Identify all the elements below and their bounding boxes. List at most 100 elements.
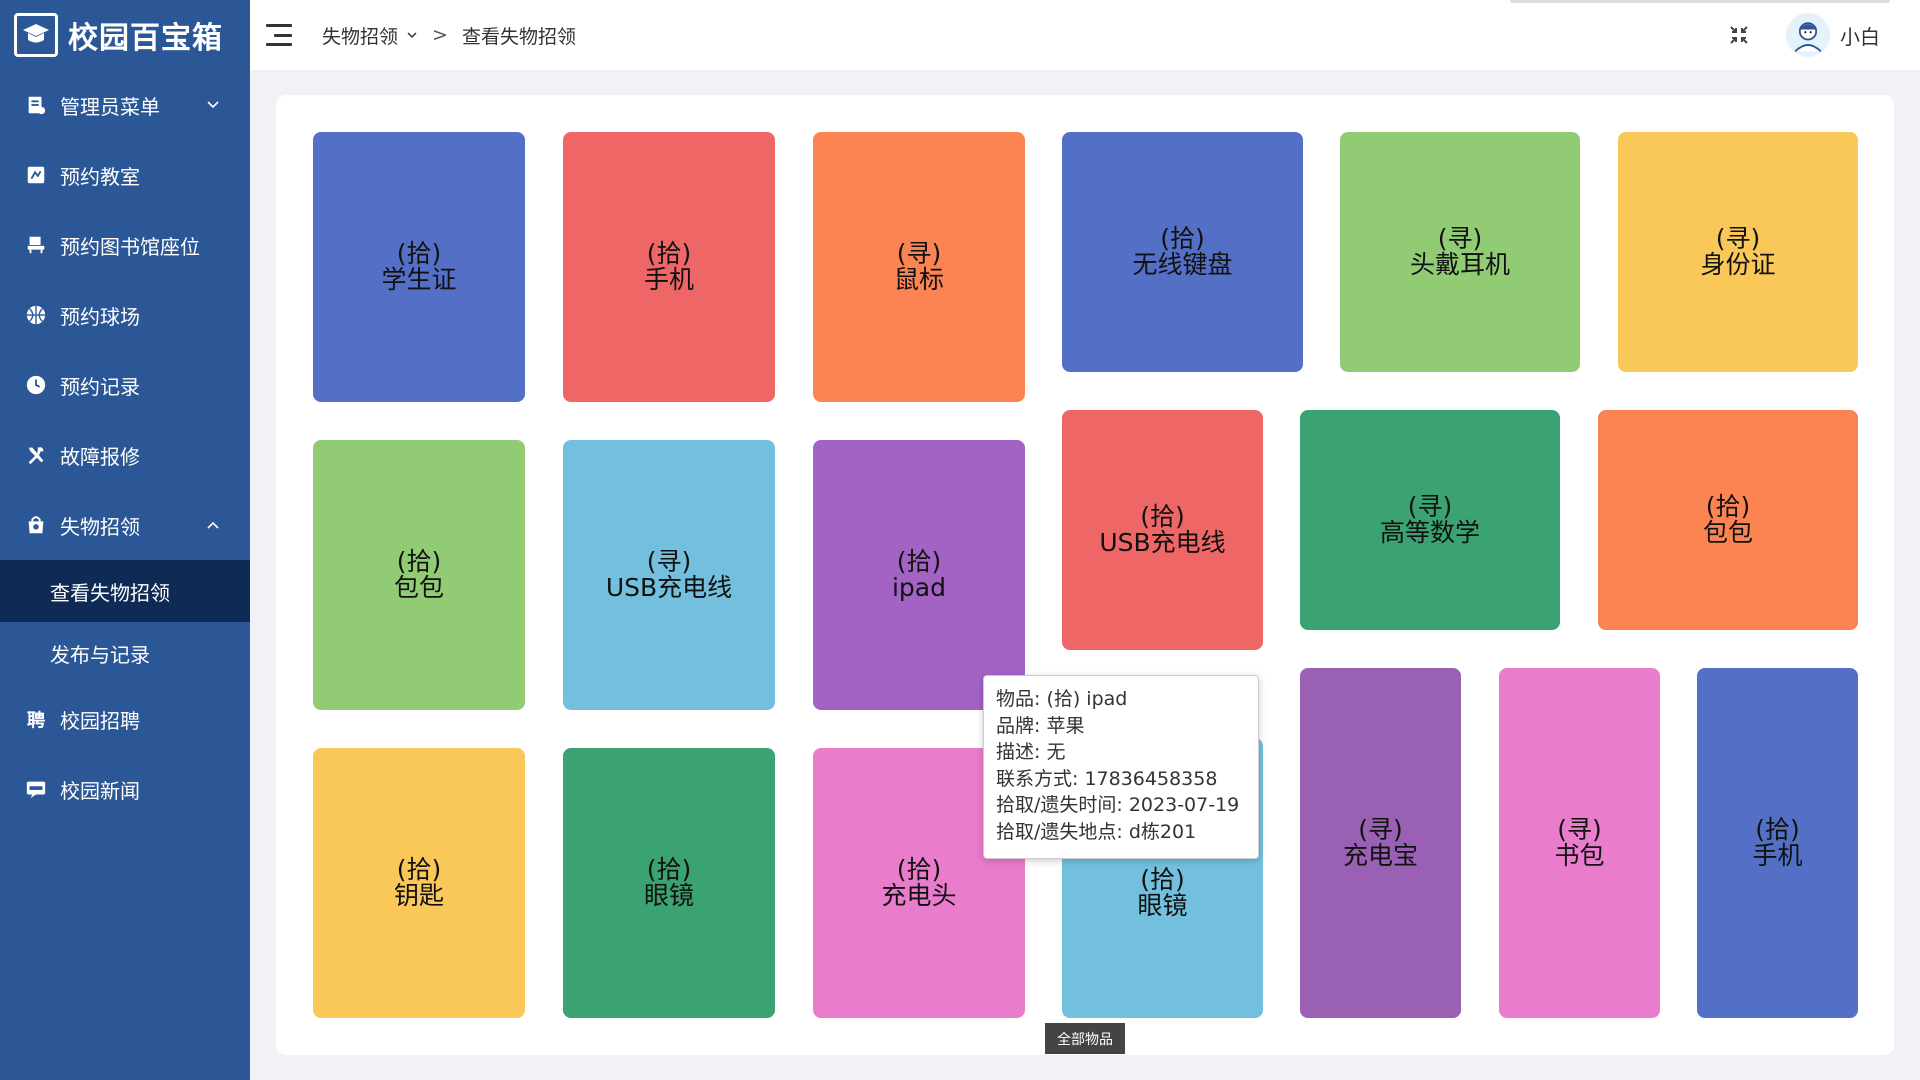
item-name: 书包 bbox=[1554, 841, 1605, 870]
item-name: USB充电线 bbox=[605, 573, 733, 602]
item-name: 学生证 bbox=[381, 265, 457, 294]
item-name: 充电头 bbox=[881, 881, 957, 910]
item-card[interactable]: (寻) 充电宝 bbox=[1300, 668, 1461, 1018]
classroom-icon bbox=[24, 163, 48, 187]
chevron-down-icon[interactable] bbox=[406, 29, 418, 41]
item-tag: (拾) bbox=[896, 855, 942, 884]
library-seat-icon bbox=[24, 233, 48, 257]
item-card[interactable]: (拾) USB充电线 bbox=[1062, 410, 1263, 650]
item-name: 钥匙 bbox=[393, 881, 444, 910]
item-card[interactable]: (拾) 包包 bbox=[1598, 410, 1858, 630]
item-name: 无线键盘 bbox=[1132, 250, 1233, 279]
sidebar: 校园百宝箱 管理员菜单 预约教室 预约图书馆座位 预约球场 预约记录 故障报修 bbox=[0, 0, 250, 1080]
all-items-breadcrumb[interactable]: 全部物品 bbox=[1045, 1023, 1125, 1054]
item-card[interactable]: (寻) 鼠标 bbox=[813, 132, 1025, 402]
app-logo[interactable]: 校园百宝箱 bbox=[0, 0, 250, 70]
item-tag: (拾) bbox=[646, 855, 692, 884]
item-name: 身份证 bbox=[1700, 250, 1776, 279]
item-tag: (寻) bbox=[1715, 224, 1761, 253]
item-name: 充电宝 bbox=[1342, 841, 1418, 870]
clock-icon bbox=[24, 373, 48, 397]
item-name: 眼镜 bbox=[1137, 891, 1188, 920]
item-card[interactable]: (拾) 手机 bbox=[563, 132, 775, 402]
sidebar-item-label: 预约教室 bbox=[60, 164, 140, 189]
tools-icon bbox=[24, 443, 48, 467]
item-card[interactable]: (寻) 书包 bbox=[1499, 668, 1660, 1018]
sidebar-item-lost-found[interactable]: 失物招领 bbox=[0, 490, 250, 560]
chevron-up-icon bbox=[207, 521, 219, 529]
chevron-down-icon bbox=[207, 101, 219, 109]
sidebar-item-label: 失物招领 bbox=[60, 514, 140, 539]
item-tag: (拾) bbox=[1140, 502, 1185, 531]
item-name: 眼镜 bbox=[643, 881, 694, 910]
tooltip-contact: 联系方式: 17836458358 bbox=[996, 767, 1218, 790]
sidebar-item-court[interactable]: 预约球场 bbox=[0, 280, 250, 350]
sidebar-item-label: 管理员菜单 bbox=[60, 94, 160, 119]
recruit-icon: 聘 bbox=[24, 707, 48, 731]
item-card[interactable]: (拾) 无线键盘 bbox=[1062, 132, 1303, 372]
news-icon bbox=[24, 777, 48, 801]
item-name: 鼠标 bbox=[893, 265, 944, 294]
item-tag: (寻) bbox=[1358, 815, 1403, 844]
sidebar-item-label: 预约球场 bbox=[60, 304, 140, 329]
item-tooltip: 物品: (拾) ipad 品牌: 苹果 描述: 无 联系方式: 17836458… bbox=[983, 675, 1259, 859]
app-title: 校园百宝箱 bbox=[68, 21, 223, 56]
sidebar-item-library-seat[interactable]: 预约图书馆座位 bbox=[0, 210, 250, 280]
item-tag: (拾) bbox=[396, 547, 442, 576]
item-card[interactable]: (拾) 钥匙 bbox=[313, 748, 525, 1018]
item-name: 高等数学 bbox=[1379, 518, 1480, 547]
tooltip-brand: 品牌: 苹果 bbox=[996, 714, 1085, 737]
item-name: 包包 bbox=[1702, 518, 1753, 547]
item-card[interactable]: (拾) 眼镜 bbox=[563, 748, 775, 1018]
item-card[interactable]: (寻) 高等数学 bbox=[1300, 410, 1560, 630]
lost-found-icon bbox=[24, 513, 48, 537]
sidebar-subitem-label: 查看失物招领 bbox=[50, 580, 170, 605]
item-tag: (拾) bbox=[896, 547, 942, 576]
item-card[interactable]: (拾) 学生证 bbox=[313, 132, 525, 402]
avatar[interactable] bbox=[1786, 13, 1830, 57]
item-card[interactable]: (拾) 手机 bbox=[1697, 668, 1858, 1018]
tooltip-description: 描述: 无 bbox=[996, 741, 1066, 763]
logo-icon bbox=[14, 13, 58, 57]
sidebar-item-recruit[interactable]: 聘 校园招聘 bbox=[0, 684, 250, 754]
sidebar-item-label: 预约图书馆座位 bbox=[60, 234, 200, 259]
svg-text:聘: 聘 bbox=[27, 709, 45, 730]
lost-found-panel: (拾) 学生证 (拾) 手机 (寻) 鼠标 (拾) 无线键盘 (寻) 头戴耳机 (寻) 身份… bbox=[276, 95, 1894, 1055]
breadcrumb-parent[interactable]: 失物招领 bbox=[322, 22, 398, 49]
sidebar-item-classroom[interactable]: 预约教室 bbox=[0, 140, 250, 210]
sidebar-item-label: 校园新闻 bbox=[60, 778, 140, 803]
item-card[interactable]: (寻) 头戴耳机 bbox=[1340, 132, 1580, 372]
sidebar-item-label: 校园招聘 bbox=[60, 708, 140, 733]
sidebar-subitem-label: 发布与记录 bbox=[50, 642, 150, 667]
sidebar-item-news[interactable]: 校园新闻 bbox=[0, 754, 250, 824]
basketball-icon bbox=[24, 303, 48, 327]
item-tag: (拾) bbox=[1755, 815, 1800, 844]
tooltip-item: 物品: (拾) ipad bbox=[996, 688, 1128, 710]
sidebar-item-repair[interactable]: 故障报修 bbox=[0, 420, 250, 490]
sidebar-item-label: 预约记录 bbox=[60, 374, 140, 399]
item-tag: (拾) bbox=[1705, 492, 1751, 521]
sidebar-item-records[interactable]: 预约记录 bbox=[0, 350, 250, 420]
menu-toggle-icon[interactable] bbox=[266, 24, 292, 46]
item-tag: (寻) bbox=[646, 547, 692, 576]
item-card[interactable]: (寻) 身份证 bbox=[1618, 132, 1858, 372]
exit-fullscreen-icon[interactable] bbox=[1728, 24, 1750, 46]
sidebar-subitem-publish-records[interactable]: 发布与记录 bbox=[0, 622, 250, 684]
breadcrumb-separator-icon: > bbox=[432, 24, 448, 46]
sidebar-item-admin-menu[interactable]: 管理员菜单 bbox=[0, 70, 250, 140]
item-tag: (拾) bbox=[396, 855, 442, 884]
item-tag: (寻) bbox=[1437, 224, 1483, 253]
item-name: USB充电线 bbox=[1099, 528, 1226, 557]
item-card[interactable]: (拾) 包包 bbox=[313, 440, 525, 710]
item-tag: (寻) bbox=[1407, 492, 1453, 521]
sidebar-subitem-view-lost-found[interactable]: 查看失物招领 bbox=[0, 560, 250, 622]
tooltip-location: 拾取/遗失地点: d栋201 bbox=[996, 820, 1197, 843]
item-tag: (拾) bbox=[646, 239, 692, 268]
breadcrumb: 失物招领 > 查看失物招领 bbox=[322, 22, 576, 49]
item-name: 包包 bbox=[393, 573, 444, 602]
item-tag: (寻) bbox=[896, 239, 942, 268]
top-bar: 失物招领 > 查看失物招领 小白 bbox=[250, 0, 1920, 70]
item-card[interactable]: (拾) ipad bbox=[813, 440, 1025, 710]
user-name[interactable]: 小白 bbox=[1840, 21, 1880, 50]
item-card[interactable]: (寻) USB充电线 bbox=[563, 440, 775, 710]
